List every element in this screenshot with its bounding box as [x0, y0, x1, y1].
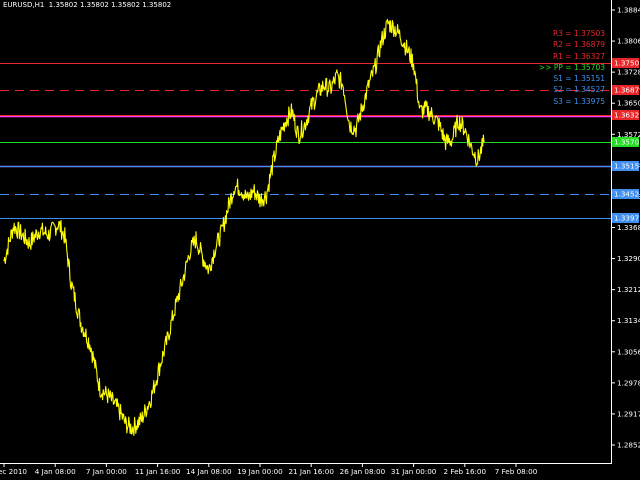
- pivot-label-s2: S2 = 1.34527: [553, 85, 605, 95]
- symbol-pair: EURUSD,H1: [3, 1, 45, 9]
- pivot-label-r1: R1 = 1.36327: [552, 51, 605, 61]
- pivot-label-s3: S3 = 1.33975: [553, 96, 605, 106]
- y-tick-label: 1.28525: [617, 441, 640, 450]
- pivot-label-r2: R2 = 1.36879: [552, 40, 605, 50]
- symbol-header: EURUSD,H1 1.35802 1.35802 1.35802 1.3580…: [3, 1, 171, 9]
- pivot-label-s1: S1 = 1.35151: [553, 74, 605, 84]
- y-tick-label: 1.32905: [617, 254, 640, 263]
- level-marker-label: 1.35151: [614, 162, 640, 171]
- level-marker-label: 1.33975: [614, 214, 640, 223]
- x-tick-label: 21 Jan 16:00: [288, 467, 334, 476]
- y-tick-label: 1.32125: [617, 285, 640, 294]
- y-tick-label: 1.33685: [617, 223, 640, 232]
- y-tick-label: 1.30565: [617, 347, 640, 356]
- x-tick-label: 11 Jan 16:00: [135, 467, 181, 476]
- x-tick-label: 14 Jan 08:00: [186, 467, 232, 476]
- y-tick-label: 1.38065: [617, 37, 640, 46]
- y-tick-label: 1.29170: [617, 409, 640, 418]
- y-tick-label: 1.36505: [617, 99, 640, 108]
- x-tick-label: 2 Feb 16:00: [444, 467, 487, 476]
- pivot-label-r3: R3 = 1.37503: [552, 29, 605, 38]
- pivot-label-pp: >> PP = 1.35703: [538, 62, 605, 72]
- y-tick-label: 1.31345: [617, 316, 640, 325]
- x-tick-label: 4 Jan 08:00: [35, 467, 76, 476]
- x-tick-label: 7 Feb 08:00: [495, 467, 538, 476]
- x-tick-label: 31 Jan 00:00: [391, 467, 437, 476]
- x-tick-label: 7 Jan 00:00: [86, 467, 127, 476]
- x-tick-label: 30 Dec 2010: [0, 467, 27, 476]
- pivot-panel: R3 = 1.37503 R2 = 1.36879 R1 = 1.36327 >…: [539, 28, 605, 107]
- level-marker-label: 1.35703: [614, 138, 640, 147]
- level-marker-label: 1.34527: [614, 190, 640, 199]
- level-marker-label: 1.36327: [614, 111, 640, 120]
- y-tick-label: 1.37285: [617, 68, 640, 77]
- level-marker-label: 1.37503: [614, 59, 640, 68]
- x-tick-label: 26 Jan 08:00: [340, 467, 386, 476]
- x-tick-label: 19 Jan 00:00: [237, 467, 283, 476]
- y-tick-label: 1.29785: [617, 378, 640, 387]
- symbol-ohlc: 1.35802 1.35802 1.35802 1.35802: [48, 1, 172, 9]
- level-marker-label: 1.36879: [614, 86, 640, 95]
- y-tick-label: 1.38845: [617, 6, 640, 15]
